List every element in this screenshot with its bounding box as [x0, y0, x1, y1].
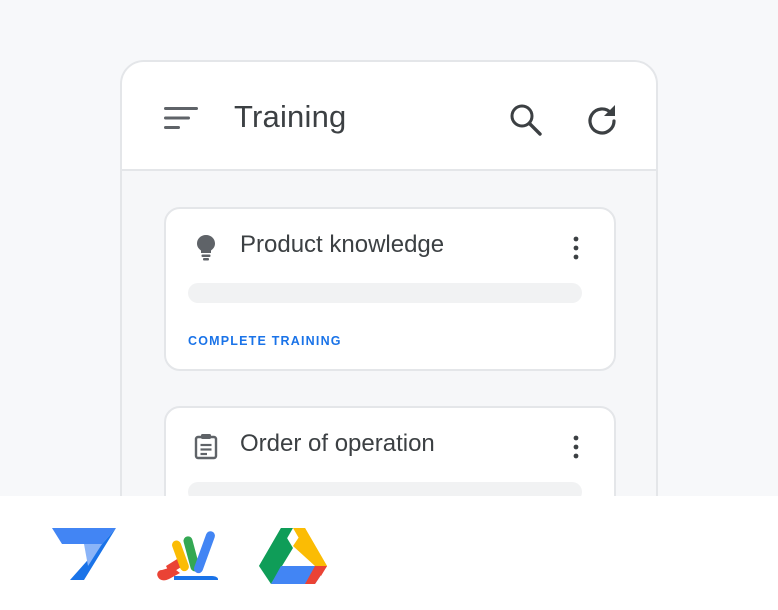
clipboard-icon [194, 434, 218, 460]
search-icon[interactable] [508, 102, 544, 138]
google-drive-logo [259, 528, 327, 584]
appsheet-logo [52, 528, 116, 580]
card-title: Product knowledge [240, 231, 445, 258]
menu-icon[interactable] [164, 106, 200, 130]
app-window: Training Product knowledge COMPLETE TRAI… [120, 60, 658, 530]
product-logos [0, 496, 778, 610]
placeholder-bar [188, 283, 582, 303]
refresh-icon[interactable] [584, 102, 620, 138]
training-card[interactable]: Product knowledge COMPLETE TRAINING [164, 207, 616, 371]
complete-training-button[interactable]: COMPLETE TRAINING [188, 334, 342, 348]
app-bar: Training [122, 62, 656, 171]
page-title: Training [234, 99, 347, 134]
apps-script-logo [157, 531, 218, 581]
card-title: Order of operation [240, 430, 435, 457]
more-vert-icon[interactable] [569, 235, 583, 261]
more-vert-icon[interactable] [569, 434, 583, 460]
lightbulb-icon [197, 235, 215, 261]
